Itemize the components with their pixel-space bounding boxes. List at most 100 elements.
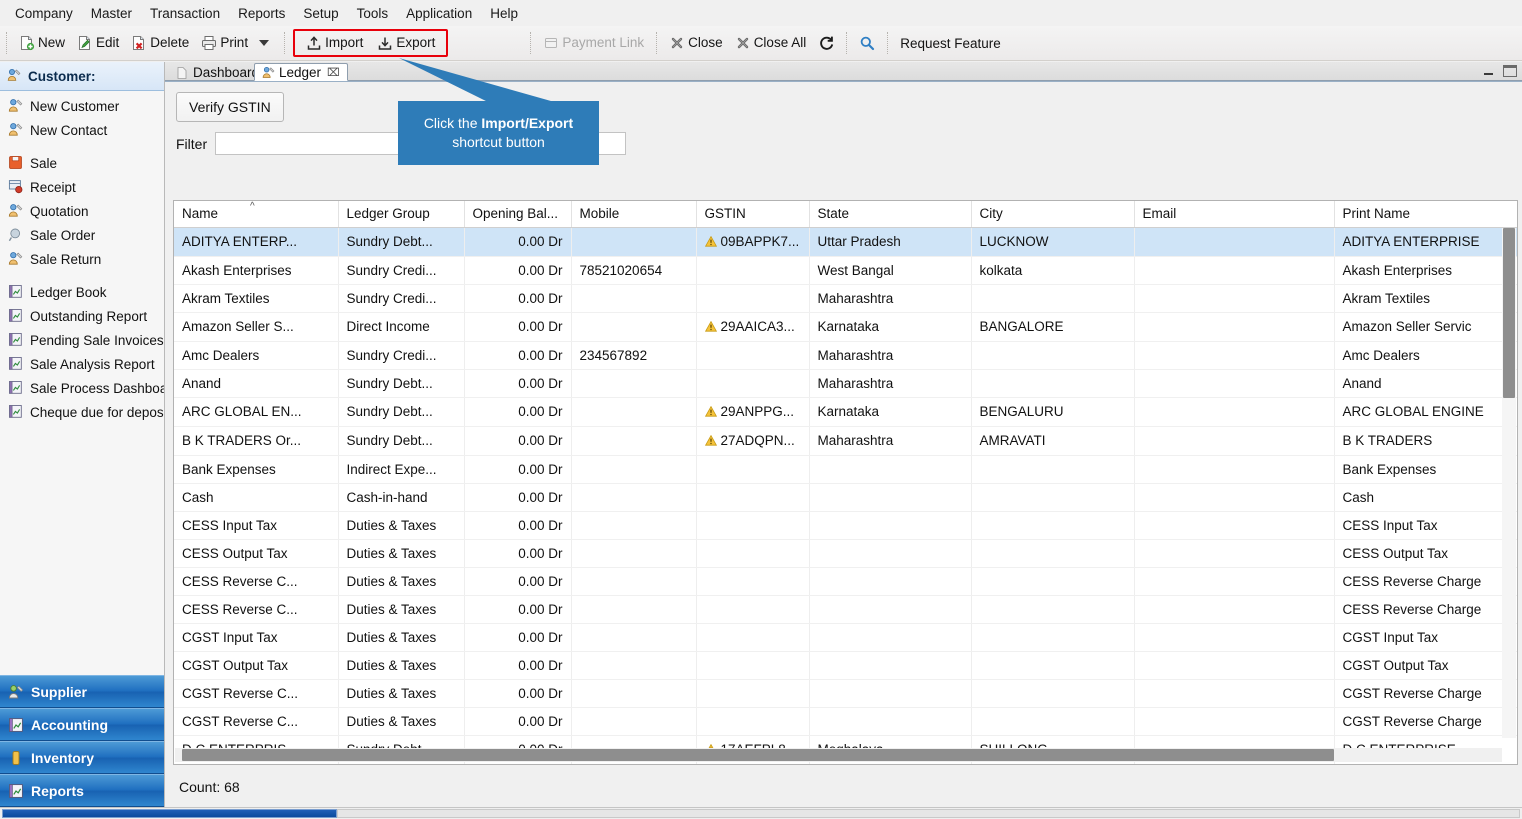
close-button[interactable]: Close xyxy=(663,32,729,54)
menu-item-master[interactable]: Master xyxy=(82,3,141,24)
sidebar-section-list: Supplier Accounting Inventory Reports xyxy=(0,675,164,807)
table-row[interactable]: CESS Output Tax Duties & Taxes 0.00 Dr CESS… xyxy=(174,539,1517,568)
sidebar-item-receipt[interactable]: Receipt xyxy=(0,175,164,199)
cell-mobile xyxy=(571,483,697,512)
sidebar-section-reports[interactable]: Reports xyxy=(0,774,164,807)
column-header-print-name[interactable]: Print Name xyxy=(1334,201,1517,228)
menu-item-help[interactable]: Help xyxy=(481,3,527,24)
import-icon xyxy=(306,35,322,51)
cell-email xyxy=(1134,455,1335,484)
table-row[interactable]: ADITYA ENTERP... Sundry Debt... 0.00 Dr 09B… xyxy=(174,227,1517,257)
sidebar-item-quotation[interactable]: Quotation xyxy=(0,199,164,223)
column-header-city[interactable]: City xyxy=(971,201,1135,228)
cell-city: BENGALURU xyxy=(971,397,1135,427)
cell-print: Akash Enterprises xyxy=(1334,256,1517,285)
sidebar-item-sale-return[interactable]: Sale Return xyxy=(0,247,164,271)
new-button[interactable]: New xyxy=(13,32,71,54)
table-row[interactable]: Akash Enterprises Sundry Credi... 0.00 Dr 7… xyxy=(174,256,1517,285)
vertical-scrollbar[interactable] xyxy=(1502,228,1516,738)
sidebar-item-outstanding-report[interactable]: Outstanding Report xyxy=(0,304,164,328)
table-row[interactable]: Anand Sundry Debt... 0.00 Dr Maharashtra Ana… xyxy=(174,369,1517,398)
verify-gstin-button[interactable]: Verify GSTIN xyxy=(176,92,284,122)
tab-ledger-close-icon[interactable]: ⌧ xyxy=(327,66,340,79)
horizontal-scrollbar-thumb[interactable] xyxy=(182,749,1334,761)
column-header-mobile[interactable]: Mobile xyxy=(571,201,697,228)
table-row[interactable]: CESS Reverse C... Duties & Taxes 0.00 Dr CE… xyxy=(174,595,1517,624)
table-row[interactable]: Bank Expenses Indirect Expe... 0.00 Dr Bank… xyxy=(174,455,1517,484)
table-row[interactable]: ARC GLOBAL EN... Sundry Debt... 0.00 Dr 29A… xyxy=(174,397,1517,427)
minimize-button[interactable] xyxy=(1480,64,1496,78)
payment-link-button[interactable]: Payment Link xyxy=(537,32,650,54)
menu-item-tools[interactable]: Tools xyxy=(348,3,398,24)
column-header-opening-bal[interactable]: Opening Bal... xyxy=(464,201,572,228)
refresh-button[interactable] xyxy=(812,32,840,54)
cell-group: Sundry Credi... xyxy=(338,284,465,313)
print-button[interactable]: Print xyxy=(195,32,254,54)
edit-button[interactable]: Edit xyxy=(71,32,125,54)
cell-email xyxy=(1134,284,1335,313)
sidebar-item-sale-order[interactable]: Sale Order xyxy=(0,223,164,247)
menu-item-setup[interactable]: Setup xyxy=(294,3,347,24)
request-feature-button[interactable]: Request Feature xyxy=(894,34,1007,53)
table-row[interactable]: CESS Reverse C... Duties & Taxes 0.00 Dr CE… xyxy=(174,567,1517,596)
sidebar-item-sale-analysis-report[interactable]: Sale Analysis Report xyxy=(0,352,164,376)
table-row[interactable]: CESS Input Tax Duties & Taxes 0.00 Dr CESS … xyxy=(174,511,1517,540)
search-icon xyxy=(859,35,875,51)
inventory-icon xyxy=(8,750,24,766)
import-button[interactable]: Import xyxy=(300,32,369,54)
menu-item-transaction[interactable]: Transaction xyxy=(141,3,229,24)
table-row[interactable]: Amc Dealers Sundry Credi... 0.00 Dr 2345678… xyxy=(174,341,1517,370)
cell-mobile xyxy=(571,567,697,596)
table-row[interactable]: CGST Output Tax Duties & Taxes 0.00 Dr CGST… xyxy=(174,651,1517,680)
sidebar-item-pending-sale-invoices[interactable]: Pending Sale Invoices xyxy=(0,328,164,352)
restore-button[interactable] xyxy=(1503,65,1517,77)
cell-gstin xyxy=(696,595,810,624)
tab-dashboard[interactable]: Dashboard xyxy=(169,63,266,81)
sidebar-section-accounting[interactable]: Accounting xyxy=(0,708,164,741)
export-button[interactable]: Export xyxy=(371,32,441,54)
print-dropdown-caret-icon[interactable] xyxy=(259,40,270,46)
table-row[interactable]: Cash Cash-in-hand 0.00 Dr Cash xyxy=(174,483,1517,512)
toolbar-separator xyxy=(846,32,848,54)
close-all-button[interactable]: Close All xyxy=(729,32,813,54)
order-icon xyxy=(8,227,24,243)
table-row[interactable]: B K TRADERS Or... Sundry Debt... 0.00 Dr 27… xyxy=(174,426,1517,456)
payment-link-icon xyxy=(543,35,559,51)
sidebar-section-inventory[interactable]: Inventory xyxy=(0,741,164,774)
menu-item-reports[interactable]: Reports xyxy=(229,3,294,24)
sidebar-item-sale-process-dashboa[interactable]: Sale Process Dashboa xyxy=(0,376,164,400)
sidebar-item-new-contact[interactable]: New Contact xyxy=(0,118,164,142)
report-icon xyxy=(8,404,24,420)
sidebar-item-ledger-book[interactable]: Ledger Book xyxy=(0,280,164,304)
cell-opening: 0.00 Dr xyxy=(464,511,572,540)
search-button[interactable] xyxy=(853,32,881,54)
table-row[interactable]: Akram Textiles Sundry Credi... 0.00 Dr Maha… xyxy=(174,284,1517,313)
table-row[interactable]: CGST Reverse C... Duties & Taxes 0.00 Dr CG… xyxy=(174,707,1517,736)
table-row[interactable]: CGST Input Tax Duties & Taxes 0.00 Dr CGST … xyxy=(174,623,1517,652)
horizontal-scrollbar[interactable] xyxy=(175,748,1502,762)
column-header-ledger-group[interactable]: Ledger Group xyxy=(338,201,465,228)
menu-item-company[interactable]: Company xyxy=(6,3,82,24)
sidebar-item-sale[interactable]: Sale xyxy=(0,151,164,175)
sidebar-item-new-customer[interactable]: New Customer xyxy=(0,94,164,118)
vertical-scrollbar-thumb[interactable] xyxy=(1503,228,1515,398)
column-header-state[interactable]: State xyxy=(809,201,972,228)
close-all-icon xyxy=(735,35,751,51)
menu-item-application[interactable]: Application xyxy=(397,3,481,24)
cell-name: Anand xyxy=(174,369,339,398)
column-header-label: City xyxy=(979,206,1003,222)
cell-opening: 0.00 Dr xyxy=(464,312,572,342)
sidebar-item-cheque-due-for-depos[interactable]: Cheque due for depos xyxy=(0,400,164,424)
cell-mobile: 78521020654 xyxy=(571,256,697,285)
cell-state xyxy=(809,679,972,708)
column-header-gstin[interactable]: GSTIN xyxy=(696,201,810,228)
column-header-email[interactable]: Email xyxy=(1134,201,1335,228)
cell-gstin xyxy=(696,341,810,370)
cell-gstin xyxy=(696,256,810,285)
delete-button[interactable]: Delete xyxy=(125,32,195,54)
sidebar-section-supplier[interactable]: Supplier xyxy=(0,675,164,708)
table-row[interactable]: CGST Reverse C... Duties & Taxes 0.00 Dr CG… xyxy=(174,679,1517,708)
column-header-name[interactable]: Name ^ xyxy=(174,201,339,228)
table-row[interactable]: Amazon Seller S... Direct Income 0.00 Dr 29… xyxy=(174,312,1517,342)
tab-ledger[interactable]: Ledger ⌧ xyxy=(254,63,348,81)
